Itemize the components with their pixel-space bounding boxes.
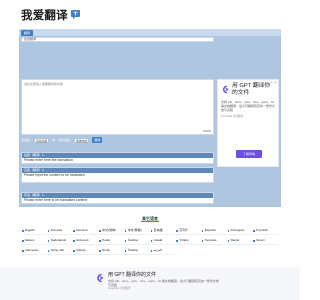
language-link[interactable]: Français: [47, 226, 73, 235]
source-language-select[interactable]: 自动识别: [34, 137, 50, 143]
language-link[interactable]: Italiano: [22, 236, 47, 245]
language-link[interactable]: Ελληνικά: [73, 236, 99, 245]
language-link[interactable]: Nederlands: [47, 236, 73, 245]
ad-description: 支持 pdf、docx、pptx、xlsx、epub、txt 等文档翻译，最大可…: [221, 100, 276, 112]
bottom-ad-site: Simplified 文档翻译: [108, 287, 131, 290]
language-link[interactable]: Dansk: [227, 236, 253, 245]
bottom-ad-title: 用 GPT 翻译你的文件: [108, 272, 156, 278]
translator-panel: 翻译 在线翻译 请在这里输入需要翻译的内容 0/5000 原语言： 自动识别 ⇄…: [19, 29, 281, 207]
target-language-select[interactable]: 简体中文: [74, 137, 90, 143]
language-link[interactable]: Čeština: [124, 246, 150, 255]
result-youdao-text[interactable]: Please enter here to be translated conte…: [22, 198, 213, 203]
result-youdao: 有道（翻译）0 Please enter here to be translat…: [21, 192, 214, 204]
language-link[interactable]: Norsk: [99, 246, 124, 255]
language-link[interactable]: Čeština: [124, 236, 150, 245]
ad-learn-more-button[interactable]: 了解详情: [236, 150, 262, 158]
result-baidu-text[interactable]: Please input the content to be translate…: [22, 173, 213, 178]
ad-mark: i x: [270, 81, 277, 84]
result-google: 谷歌（翻译）0 Please enter here the translatio…: [21, 152, 214, 164]
language-link[interactable]: Indonesia: [22, 246, 47, 255]
language-link[interactable]: 中文(繁體): [124, 226, 150, 235]
ad-logo-icon: [223, 85, 229, 94]
language-link[interactable]: Català: [150, 236, 176, 245]
language-link[interactable]: Tiếng Việt: [47, 246, 73, 255]
language-link[interactable]: English: [22, 226, 47, 235]
tab-strip: 翻译: [19, 29, 281, 36]
translate-bubble-icon: [70, 10, 80, 20]
language-link[interactable]: العربية: [150, 246, 176, 255]
ad-info-icon[interactable]: i: [270, 81, 273, 84]
language-link[interactable]: Melayu: [73, 246, 99, 255]
language-link[interactable]: Polski: [99, 236, 124, 245]
language-link[interactable]: Deutsch: [73, 226, 99, 235]
tab-translate[interactable]: 翻译: [21, 30, 33, 36]
bottom-ad-banner[interactable]: 用 GPT 翻译你的文件 支持 pdf、docx、pptx、xlsx、epub、…: [0, 267, 300, 300]
swap-languages-icon[interactable]: ⇄: [52, 138, 55, 142]
subtitle-bar: 在线翻译: [21, 37, 214, 42]
result-baidu: 百度（翻译）0 Please input the content to be t…: [21, 167, 214, 183]
ad-card[interactable]: i x 用 GPT 翻译你的文件 支持 pdf、docx、pptx、xlsx、e…: [217, 79, 279, 167]
site-logo[interactable]: 我爱翻译: [21, 7, 81, 23]
source-language-label: 原语言：: [21, 138, 34, 142]
bottom-ad-logo-icon: [97, 273, 104, 283]
target-language-label: 目标语言：: [58, 138, 74, 142]
language-link[interactable]: Türkçe: [176, 236, 201, 245]
site-name: 我爱翻译: [21, 8, 68, 22]
language-link[interactable]: Svenska: [201, 236, 227, 245]
char-count: 0/5000: [203, 130, 211, 133]
result-google-text[interactable]: Please enter here the translation: [22, 158, 213, 163]
translate-button[interactable]: 翻译: [92, 137, 103, 143]
bottom-ad-description: 支持 pdf、docx、pptx、xlsx、epub、txt 等文档翻译，最大可…: [108, 279, 219, 287]
language-link[interactable]: Español: [201, 226, 227, 235]
language-link[interactable]: Suomi: [253, 236, 278, 245]
language-link[interactable]: 中文(简体): [99, 226, 124, 235]
target-language: 目标语言： 简体中文: [58, 137, 90, 143]
language-link[interactable]: 日本語: [150, 226, 176, 235]
title-underline: [141, 221, 159, 222]
source-language: 原语言： 自动识别: [21, 137, 50, 143]
source-text-input[interactable]: 请在这里输入需要翻译的内容 0/5000: [21, 79, 214, 135]
language-grid: English Français Deutsch 中文(简体) 中文(繁體) 日本語 한국어…: [22, 226, 278, 255]
source-text-placeholder: 请在这里输入需要翻译的内容: [24, 82, 64, 86]
language-link[interactable]: Русский: [253, 226, 278, 235]
ad-close-icon[interactable]: x: [274, 81, 277, 84]
language-link[interactable]: Português: [227, 226, 253, 235]
ad-site: Simplified 文档翻译: [221, 115, 244, 118]
ad-title: 用 GPT 翻译你的文件: [232, 83, 271, 96]
translate-controls: 原语言： 自动识别 ⇄ 目标语言： 简体中文 翻译: [21, 136, 214, 144]
language-link[interactable]: 한국어: [176, 226, 201, 235]
